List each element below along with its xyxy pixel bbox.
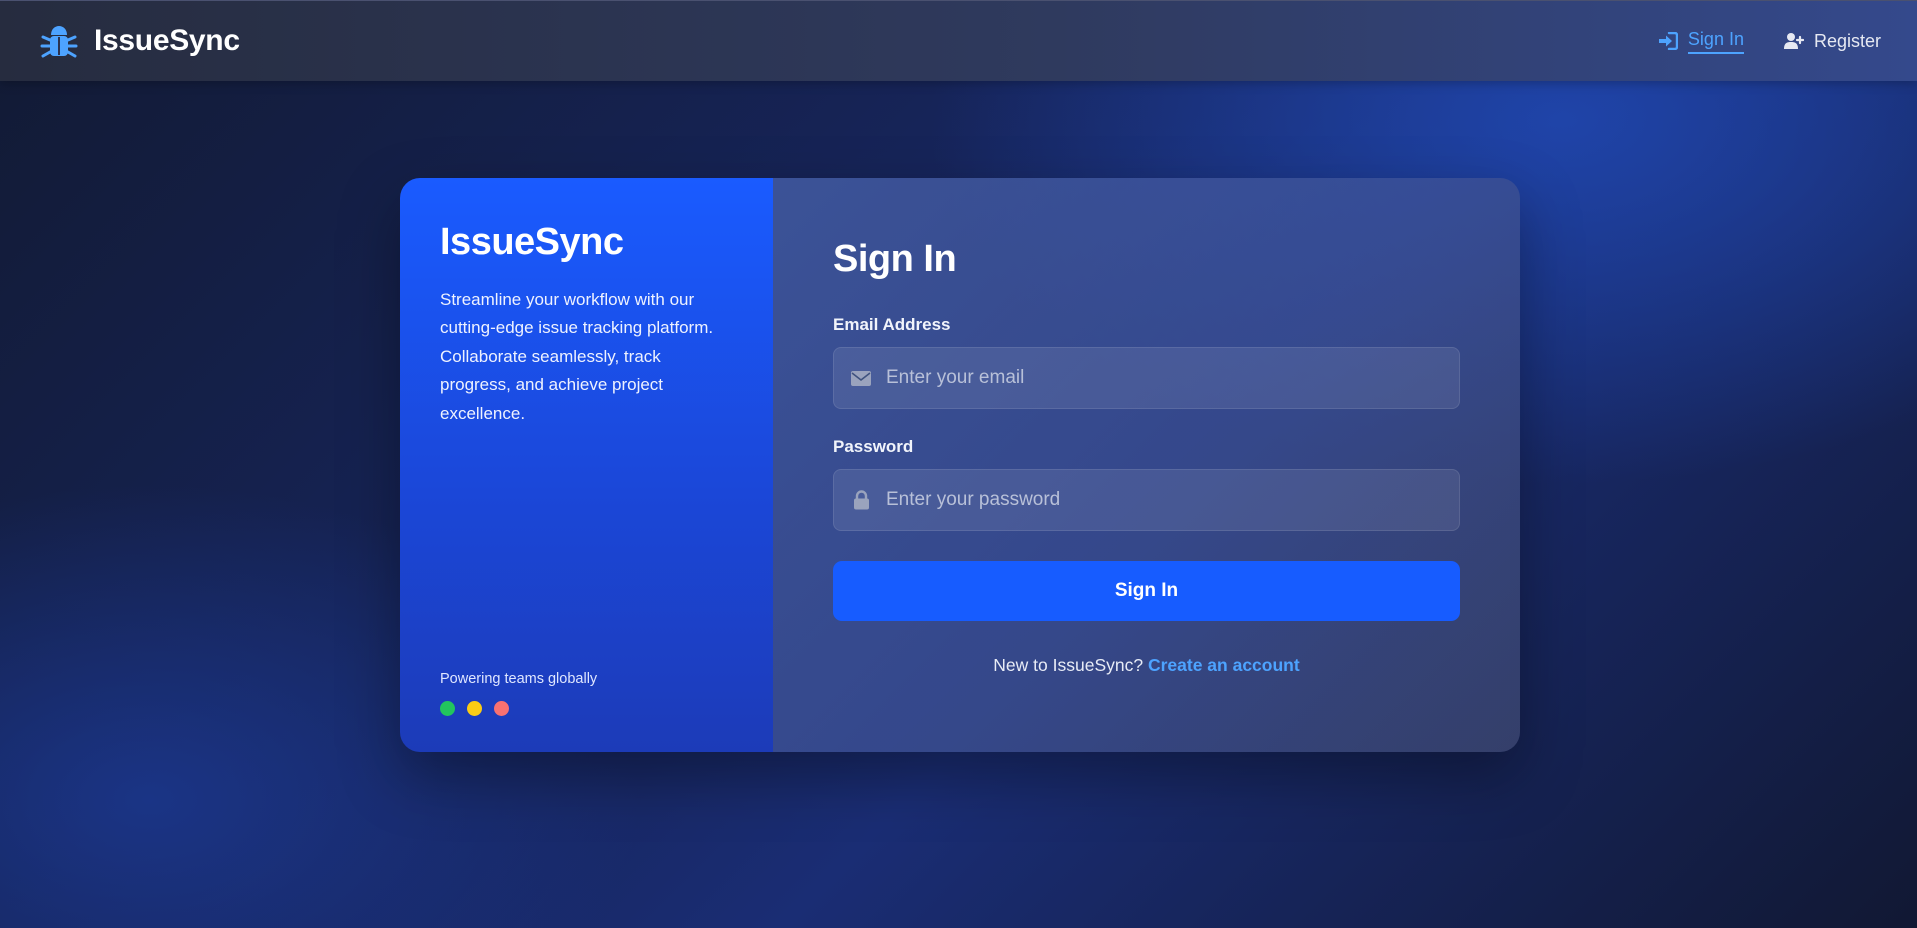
password-label: Password [833,437,914,456]
nav-register-label: Register [1813,30,1881,51]
promo-description: Streamline your workflow with our cuttin… [440,289,714,423]
lock-icon [850,489,872,511]
red-dot [494,701,509,716]
nav-sign-in-label: Sign In [1687,29,1744,54]
create-account-link[interactable]: Create an account [1148,655,1300,675]
status-dots [440,701,597,716]
green-dot [440,701,455,716]
promo-footer: Powering teams globally [440,671,597,716]
promo-footer-text: Powering teams globally [440,671,598,687]
brand[interactable]: IssueSync [38,20,240,62]
yellow-dot [467,701,482,716]
auth-card: IssueSync Streamline your workflow with … [400,178,1520,752]
bug-icon [38,20,80,62]
email-field-wrapper [833,347,1460,409]
nav-sign-in-link[interactable]: Sign In [1658,29,1744,54]
user-plus-icon [1783,31,1804,51]
email-input[interactable] [886,367,1443,389]
sign-in-button[interactable]: Sign In [833,561,1460,621]
email-label: Email Address [833,315,951,334]
signup-prompt: New to IssueSync? [993,655,1144,675]
sign-in-icon [1658,31,1678,51]
promo-title: IssueSync [440,221,624,263]
top-navbar: IssueSync Sign In Register [0,0,1917,81]
signup-prompt-line: New to IssueSync? Create an account [833,655,1460,676]
sign-in-form-panel: Sign In Email Address Password Sign In [773,178,1520,752]
form-title: Sign In [833,238,957,280]
envelope-icon [850,367,872,389]
nav-links: Sign In Register [1658,29,1881,54]
password-field-wrapper [833,469,1460,531]
brand-name: IssueSync [94,24,240,57]
password-input[interactable] [886,489,1443,511]
nav-register-link[interactable]: Register [1783,30,1881,52]
promo-panel: IssueSync Streamline your workflow with … [400,178,773,752]
